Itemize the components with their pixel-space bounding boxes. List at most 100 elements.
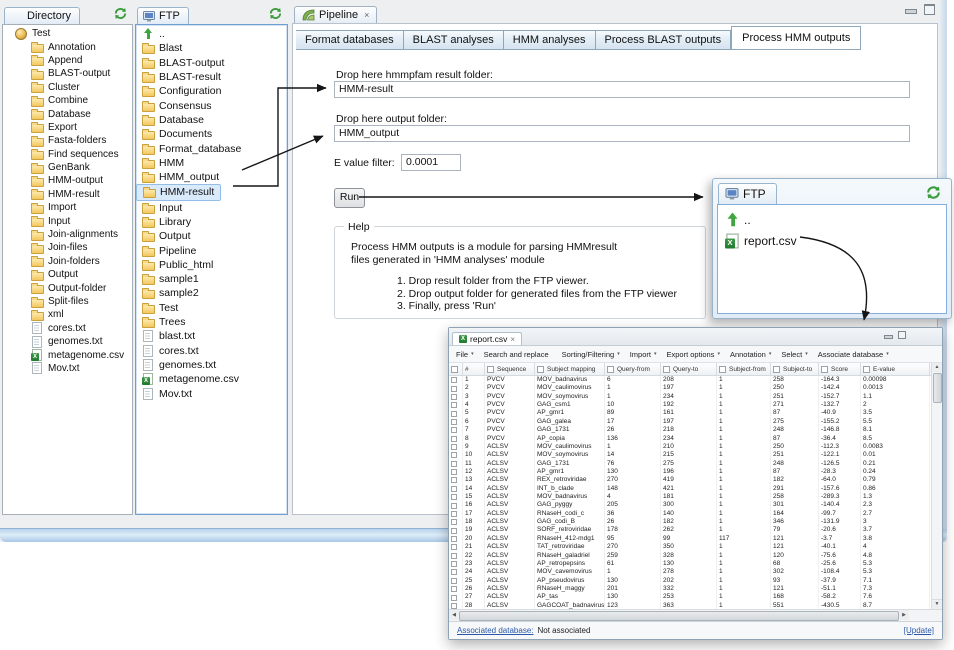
table-row[interactable]: 16 ACLSV GAG_pyggy 205 300 1 301 -140.4 …	[449, 501, 942, 509]
scroll-left-icon[interactable]: ◀	[449, 610, 459, 620]
ftp-list-item[interactable]: sample1	[136, 272, 205, 286]
row-checkbox-cell[interactable]	[449, 602, 463, 609]
checkbox-icon[interactable]	[451, 402, 457, 408]
directory-tree-item[interactable]: Mov.txt	[3, 362, 85, 375]
table-row[interactable]: 28 ACLSV GAGCOAT_badnavirus 123 363 1 55…	[449, 602, 942, 609]
maximize-icon[interactable]	[898, 331, 906, 339]
scroll-up-icon[interactable]: ▲	[932, 363, 942, 372]
row-checkbox-cell[interactable]	[449, 393, 463, 401]
table-row[interactable]: 11 ACLSV GAG_1731 76 275 1 248 -126.5 0.…	[449, 460, 942, 468]
checkbox-icon[interactable]	[607, 366, 614, 373]
scroll-right-icon[interactable]: ▶	[899, 610, 909, 620]
directory-tree-item[interactable]: Annotation	[3, 40, 102, 53]
checkbox-icon[interactable]	[663, 366, 670, 373]
checkbox-icon[interactable]	[451, 544, 457, 550]
checkbox-icon[interactable]	[863, 366, 870, 373]
ftp-list-item[interactable]: Input	[136, 201, 188, 215]
pipeline-subtab[interactable]: BLAST analyses	[404, 30, 504, 50]
pipeline-subtab[interactable]: Format databases	[296, 30, 404, 50]
table-row[interactable]: 3 PVCV MOV_soymovirus 1 234 1 251 -152.7…	[449, 393, 942, 401]
pipeline-subtab[interactable]: HMM analyses	[504, 30, 596, 50]
ftp-list-item[interactable]: HMM	[136, 156, 190, 170]
run-button[interactable]: Run	[334, 188, 365, 208]
ftp-list-item[interactable]: Output	[136, 229, 197, 243]
pipeline-editor-tab[interactable]: Pipeline ×	[294, 6, 377, 23]
directory-tree-item[interactable]: Output-folder	[3, 281, 112, 294]
checkbox-icon[interactable]	[451, 586, 457, 592]
row-checkbox-cell[interactable]	[449, 418, 463, 426]
menu-item[interactable]: File ▾	[456, 350, 474, 359]
scrollbar-thumb[interactable]	[459, 611, 899, 621]
directory-tree-item[interactable]: Test	[3, 27, 56, 40]
ftp-view-tab[interactable]: FTP	[137, 7, 189, 24]
ftp-list-item[interactable]: Test	[136, 301, 184, 315]
table-row[interactable]: 5 PVCV AP_gmr1 89 161 1 87 -40.9 3.5	[449, 409, 942, 417]
directory-tree-item[interactable]: Import	[3, 201, 82, 214]
directory-tree-item[interactable]: Join-files	[3, 241, 93, 254]
maximize-icon[interactable]	[924, 4, 935, 15]
row-checkbox-cell[interactable]	[449, 401, 463, 409]
checkbox-icon[interactable]	[451, 419, 457, 425]
checkbox-icon[interactable]	[451, 477, 457, 483]
directory-tree-item[interactable]: Input	[3, 214, 76, 227]
directory-tree-item[interactable]: BLAST-output	[3, 67, 116, 80]
ftp-list-item[interactable]: Library	[136, 215, 197, 229]
checkbox-icon[interactable]	[451, 436, 457, 442]
table-row[interactable]: 24 ACLSV MOV_cavemovirus 1 278 1 302 -10…	[449, 568, 942, 576]
ftp-list-item[interactable]: metagenome.csv	[136, 372, 245, 386]
ftp-list-item[interactable]: BLAST-result	[136, 70, 227, 84]
ftp-list-item[interactable]: report.csv	[718, 230, 803, 251]
directory-tree-item[interactable]: metagenome.csv	[3, 348, 130, 361]
checkbox-icon[interactable]	[821, 366, 828, 373]
row-checkbox-cell[interactable]	[449, 485, 463, 493]
ftp-list-item[interactable]: Mov.txt	[136, 386, 198, 400]
row-checkbox-cell[interactable]	[449, 552, 463, 560]
column-header-sequence[interactable]: Sequence	[485, 363, 535, 375]
table-row[interactable]: 12 ACLSV AP_gmr1 130 196 1 87 -28.3 0.24	[449, 468, 942, 476]
close-icon[interactable]: ×	[364, 10, 369, 20]
directory-tree-item[interactable]: Fasta-folders	[3, 134, 112, 147]
ftp-list-item[interactable]: blast.txt	[136, 329, 201, 343]
horizontal-scrollbar[interactable]: ◀ ▶	[449, 609, 942, 621]
table-row[interactable]: 10 ACLSV MOV_soymovirus 14 215 1 251 -12…	[449, 451, 942, 459]
checkbox-icon[interactable]	[451, 427, 457, 433]
column-header-subject-to[interactable]: Subject-to	[771, 363, 819, 375]
result-folder-field[interactable]: HMM-result	[334, 81, 910, 98]
row-checkbox-cell[interactable]	[449, 493, 463, 501]
row-checkbox-cell[interactable]	[449, 585, 463, 593]
directory-tree-item[interactable]: GenBank	[3, 161, 96, 174]
row-checkbox-cell[interactable]	[449, 593, 463, 601]
ftp-list-item[interactable]: HMM_output	[136, 170, 225, 184]
ftp-list-item[interactable]: Database	[136, 113, 210, 127]
menu-item[interactable]: Sorting/Filtering ▾	[562, 350, 620, 359]
refresh-icon[interactable]	[268, 6, 283, 21]
table-row[interactable]: 17 ACLSV RNaseH_codi_c 36 140 1 164 -99.…	[449, 510, 942, 518]
table-row[interactable]: 4 PVCV GAG_csm1 10 192 1 271 -132.7 2	[449, 401, 942, 409]
row-checkbox-cell[interactable]	[449, 460, 463, 468]
ftp-list-item[interactable]: Public_html	[136, 258, 219, 272]
refresh-icon[interactable]	[113, 6, 128, 21]
row-checkbox-cell[interactable]	[449, 443, 463, 451]
directory-tree-item[interactable]: xml	[3, 308, 70, 321]
checkbox-icon[interactable]	[451, 394, 457, 400]
directory-tree-item[interactable]: genomes.txt	[3, 335, 108, 348]
checkbox-icon[interactable]	[451, 553, 457, 559]
row-checkbox-cell[interactable]	[449, 543, 463, 551]
checkbox-icon[interactable]	[451, 366, 458, 373]
directory-tree-item[interactable]: HMM-result	[3, 188, 106, 201]
table-row[interactable]: 8 PVCV AP_copia 136 234 1 87 -36.4 8.5	[449, 435, 942, 443]
table-row[interactable]: 19 ACLSV SORF_retroviridae 178 262 1 79 …	[449, 526, 942, 534]
checkbox-icon[interactable]	[451, 486, 457, 492]
checkbox-icon[interactable]	[451, 503, 457, 509]
row-checkbox-cell[interactable]	[449, 568, 463, 576]
checkbox-icon[interactable]	[451, 603, 457, 609]
report-csv-tab[interactable]: X report.csv ×	[452, 332, 522, 345]
directory-tree-item[interactable]: cores.txt	[3, 322, 92, 335]
ftp-list-item[interactable]: HMM-result	[136, 184, 221, 200]
close-icon[interactable]: ×	[510, 335, 515, 344]
directory-tree-item[interactable]: Join-folders	[3, 255, 106, 268]
table-row[interactable]: 18 ACLSV GAG_codi_B 26 182 1 346 -131.9 …	[449, 518, 942, 526]
directory-tree-item[interactable]: Append	[3, 54, 88, 67]
column-header-subject-mapping[interactable]: Subject mapping	[535, 363, 605, 375]
table-row[interactable]: 13 ACLSV REX_retroviridae 270 419 1 182 …	[449, 476, 942, 484]
